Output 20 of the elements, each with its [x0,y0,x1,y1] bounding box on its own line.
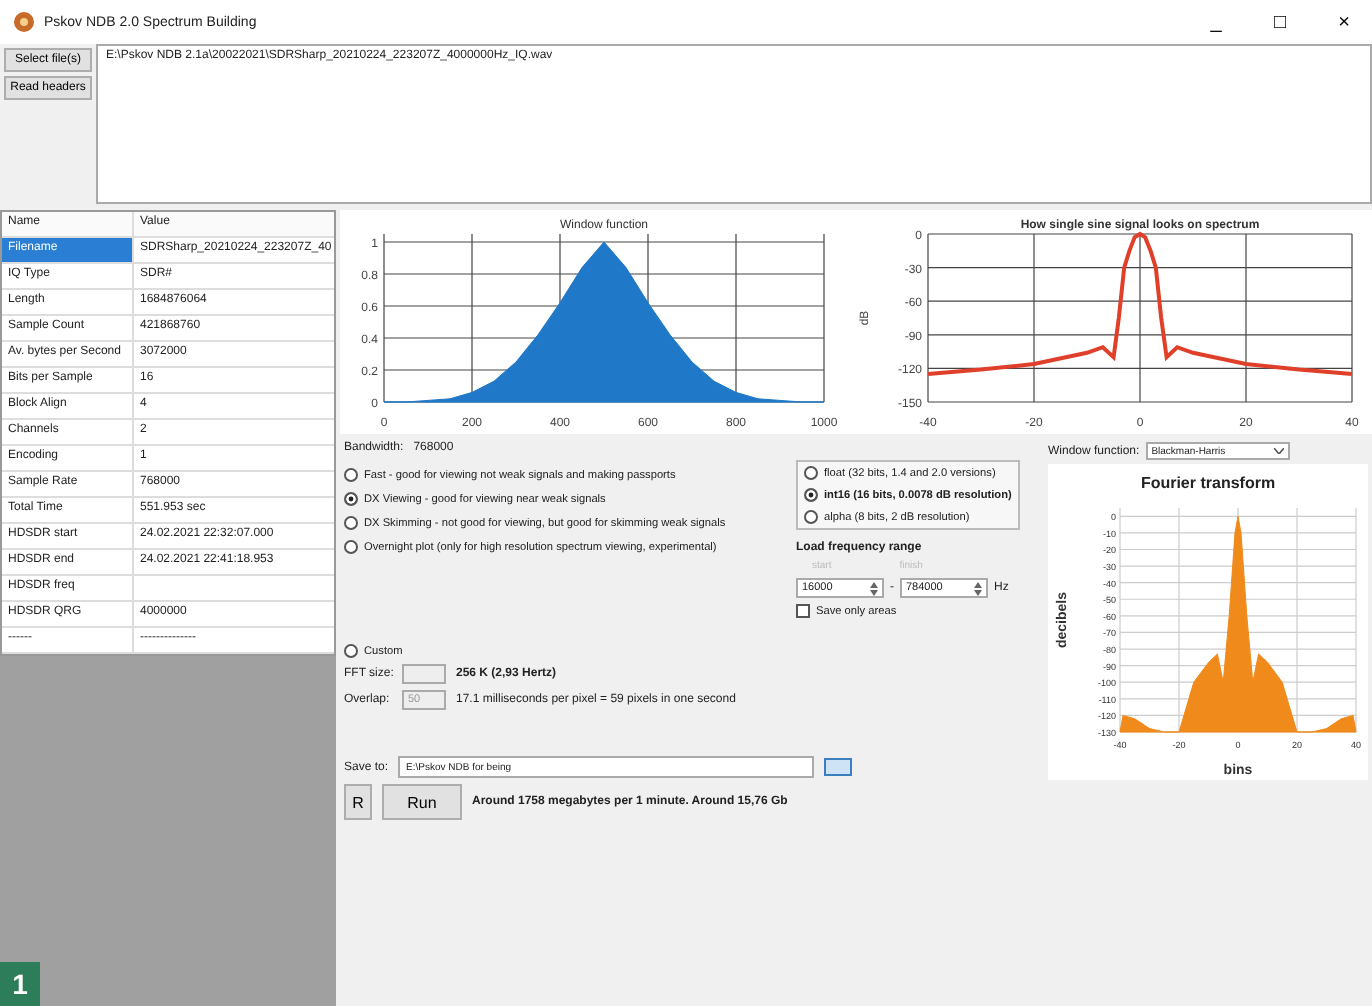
radio-button[interactable] [344,516,358,530]
figure-badge: 1 [0,962,40,1006]
radio-button[interactable] [804,466,818,480]
browse-button[interactable] [824,758,853,776]
spin-arrows-icon[interactable] [974,581,982,595]
window-control[interactable]: _ [1188,11,1244,33]
radio-button[interactable] [344,468,358,482]
r-button[interactable]: R [344,784,372,820]
app-icon [12,10,36,34]
window-control[interactable]: × [1316,11,1372,33]
radio-button[interactable] [804,488,818,502]
chart-title: Fourier transform [1140,474,1276,492]
radio-button[interactable] [344,644,358,658]
chevron-down-icon[interactable] [1273,448,1284,454]
radio-button[interactable] [344,540,358,554]
radio-button[interactable] [804,510,818,524]
run-button[interactable]: Run [382,784,462,820]
spin-arrows-icon[interactable] [870,581,878,595]
window-control[interactable]: □ [1252,11,1308,33]
radio-button[interactable] [344,492,358,506]
